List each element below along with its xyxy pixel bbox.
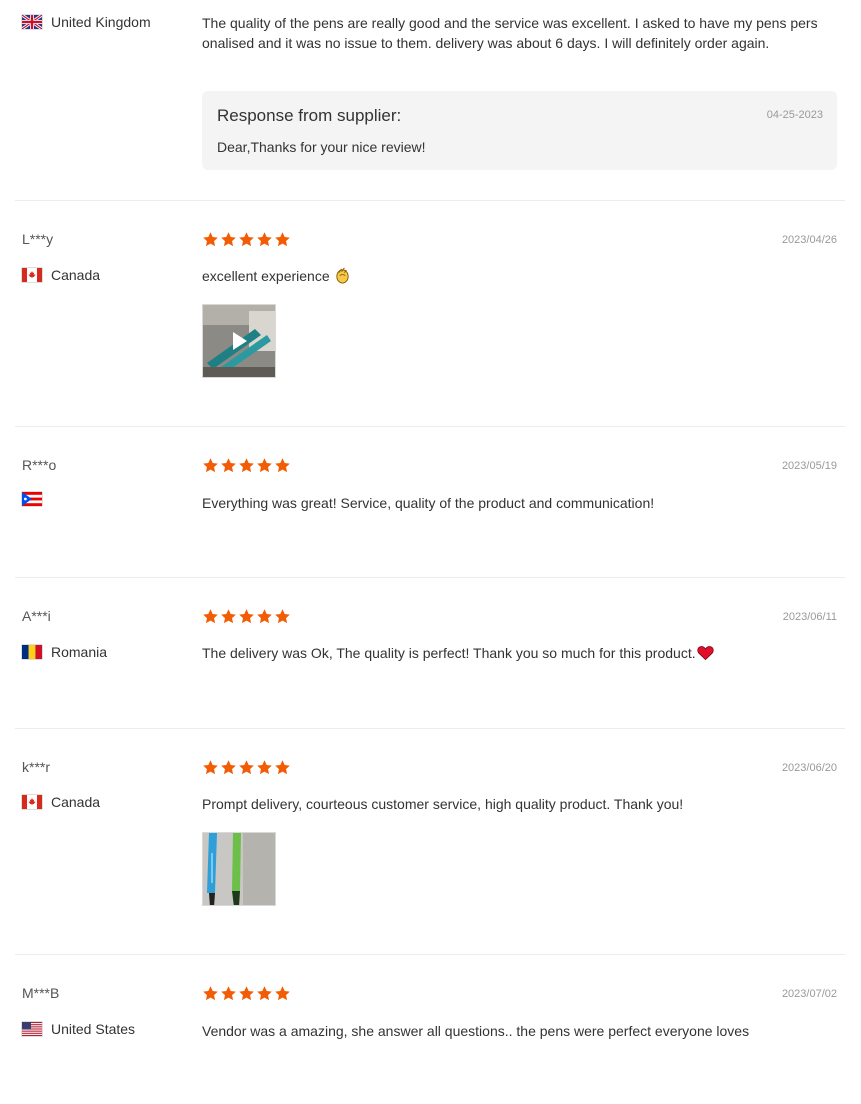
reviewer-country: Canada — [22, 267, 100, 283]
romania-flag-icon — [22, 645, 42, 659]
supplier-response: Response from supplier: 04-25-2023 Dear,… — [202, 91, 837, 170]
canada-flag-icon — [22, 795, 42, 809]
star-icon — [274, 985, 291, 1002]
star-icon — [220, 985, 237, 1002]
star-icon — [238, 608, 255, 625]
reviewer-name: k***r — [22, 759, 51, 775]
star-icon — [256, 759, 273, 776]
star-icon — [274, 759, 291, 776]
star-icon — [256, 231, 273, 248]
review-item: United Kingdom The quality of the pens a… — [15, 0, 845, 201]
review-photo-image — [203, 833, 275, 905]
country-name: United Kingdom — [51, 14, 151, 30]
star-icon — [220, 231, 237, 248]
review-item: M***B United States 2023/07/02 Vendor wa… — [15, 955, 845, 1104]
review-text: Vendor was a amazing, she answer all que… — [202, 1023, 750, 1039]
star-icon — [238, 457, 255, 474]
rating-stars — [202, 231, 291, 248]
canada-flag-icon — [22, 268, 42, 282]
review-date: 2023/05/19 — [781, 460, 837, 472]
star-icon — [256, 985, 273, 1002]
review-item: L***y Canada 2023/04/26 excellent experi… — [15, 201, 845, 427]
review-text: excellent experience — [202, 266, 842, 289]
reviewer-country: United Kingdom — [22, 14, 151, 30]
review-item: R***o 2023/05/19 Everything was great! S… — [15, 427, 845, 578]
supplier-response-date: 04-25-2023 — [766, 109, 823, 121]
reviewer-country — [22, 492, 51, 506]
supplier-response-message: Dear,Thanks for your nice review! — [217, 139, 426, 155]
star-icon — [220, 759, 237, 776]
reviewer-name: L***y — [22, 231, 54, 247]
star-icon — [256, 457, 273, 474]
country-name: United States — [51, 1021, 136, 1037]
reviewer-country: Romania — [22, 644, 107, 660]
star-icon — [220, 608, 237, 625]
red-heart-icon — [697, 645, 714, 666]
star-icon — [202, 759, 219, 776]
star-icon — [202, 608, 219, 625]
united-kingdom-flag-icon — [22, 15, 42, 29]
rating-stars — [202, 985, 291, 1002]
reviewer-name: R***o — [22, 457, 57, 473]
play-icon — [233, 332, 247, 350]
supplier-response-title: Response from supplier: — [217, 106, 402, 125]
rating-stars — [202, 608, 291, 625]
reviewer-name: M***B — [22, 985, 60, 1001]
star-icon — [274, 457, 291, 474]
star-icon — [202, 457, 219, 474]
review-text: The quality of the pens are really good … — [202, 15, 818, 51]
country-name: Romania — [51, 644, 108, 660]
review-text: Prompt delivery, courteous customer serv… — [202, 796, 684, 812]
star-icon — [238, 759, 255, 776]
review-date: 2023/04/26 — [781, 234, 837, 246]
country-name: Canada — [51, 267, 101, 283]
reviewer-country: United States — [22, 1021, 135, 1037]
star-icon — [202, 231, 219, 248]
star-icon — [274, 608, 291, 625]
review-item: A***i Romania 2023/06/11 The delivery wa… — [15, 578, 845, 729]
reviewer-country: Canada — [22, 794, 100, 810]
review-date: 2023/06/11 — [782, 611, 837, 623]
review-date: 2023/07/02 — [781, 988, 837, 1000]
puerto-rico-flag-icon — [22, 492, 42, 506]
review-video-thumbnail[interactable] — [202, 304, 276, 378]
reviewer-name: A***i — [22, 608, 51, 624]
review-date: 2023/06/20 — [781, 762, 837, 774]
star-icon — [238, 231, 255, 248]
star-icon — [256, 608, 273, 625]
review-text: Everything was great! Service, quality o… — [202, 495, 655, 511]
review-text: The delivery was Ok, The quality is perf… — [202, 643, 842, 666]
review-item: k***r Canada 2023/06/20 Prompt delivery,… — [15, 729, 845, 955]
star-icon — [238, 985, 255, 1002]
country-name: Canada — [51, 794, 101, 810]
star-icon — [220, 457, 237, 474]
rating-stars — [202, 759, 291, 776]
star-icon — [274, 231, 291, 248]
clapping-hands-icon — [334, 267, 351, 289]
review-photo-thumbnail[interactable] — [202, 832, 276, 906]
rating-stars — [202, 457, 291, 474]
united-states-flag-icon — [22, 1022, 42, 1036]
star-icon — [202, 985, 219, 1002]
